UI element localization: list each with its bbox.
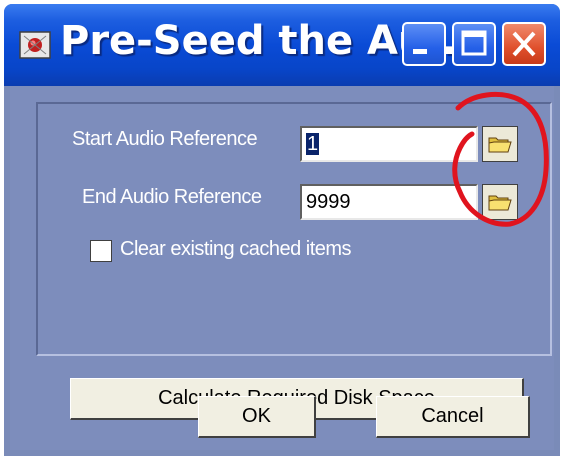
clear-cache-label[interactable]: Clear existing cached items [120,238,352,261]
dialog-body: Start Audio Reference 1 End Audio Refere… [10,86,554,450]
ok-button[interactable]: OK [198,396,316,438]
dialog-window: Pre-Seed the Au... Start Audio Reference… [4,4,560,456]
cancel-button[interactable]: Cancel [376,396,530,438]
end-browse-button[interactable] [482,184,518,220]
close-button[interactable] [502,22,546,66]
start-audio-input[interactable]: 1 [300,126,478,162]
clear-cache-checkbox[interactable] [90,240,112,262]
folder-icon [488,195,512,211]
maximize-icon [461,30,487,56]
end-audio-value: 9999 [306,191,351,213]
app-icon [18,28,52,62]
maximize-button[interactable] [452,22,496,66]
start-audio-value: 1 [306,133,320,155]
start-browse-button[interactable] [482,126,518,162]
folder-icon [488,137,512,153]
close-icon [512,31,536,57]
title-bar[interactable]: Pre-Seed the Au... [4,4,560,86]
end-audio-label: End Audio Reference [82,186,262,208]
minimize-icon [413,49,427,54]
end-audio-input[interactable]: 9999 [300,184,478,220]
minimize-button[interactable] [402,22,446,66]
start-audio-label: Start Audio Reference [72,128,258,150]
